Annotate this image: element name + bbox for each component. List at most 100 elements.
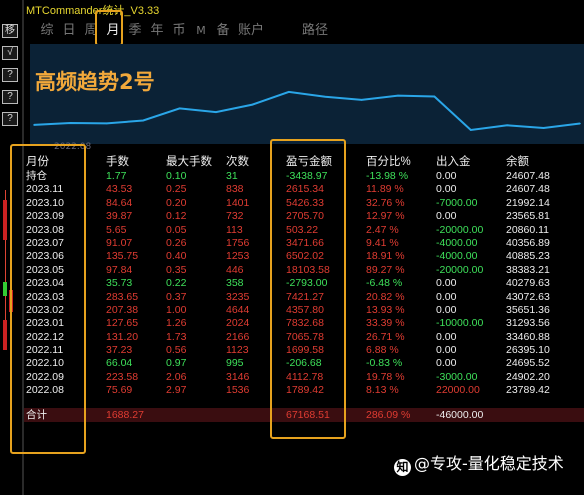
period-tabs: 综 日 周 月 季 年 币 M 备 账户 路径 [36,22,332,40]
cell-count: 1123 [226,344,249,357]
cell-pct: 9.41 % [366,236,399,249]
cell-balance: 21992.14 [506,196,550,209]
header-flow[interactable]: 出入金 [436,156,471,169]
cell-balance: 40885.23 [506,250,550,263]
equity-point [542,127,545,129]
equity-point [251,103,254,106]
cell-count: 446 [226,263,244,276]
cell-flow: 0.00 [436,277,457,290]
watermark-text: @专攻-量化稳定技术 [414,454,564,473]
header-count[interactable]: 次数 [226,156,249,169]
tab-day[interactable]: 日 [58,22,80,40]
equity-point [324,95,327,98]
cell-balance: 31293.56 [506,317,550,330]
cell-flow: 0.00 [436,357,457,370]
cell-trades: 91.07 [106,236,133,249]
tab-magic[interactable]: M [190,22,212,40]
hold-max-lots: 0.10 [166,170,187,182]
cell-flow: -20000.00 [436,223,484,236]
hold-flow: 0.00 [436,170,457,182]
cell-max-lots: 0.12 [166,210,187,223]
cell-count: 1756 [226,236,250,249]
equity-point [288,91,290,93]
cell-flow: -7000.00 [436,196,478,209]
cell-pct: 32.76 % [366,196,405,209]
cell-max-lots: 0.56 [166,344,187,357]
cell-count: 3235 [226,290,250,303]
cell-max-lots: 0.35 [166,263,187,276]
cell-trades: 207.38 [106,303,139,316]
cell-flow: -4000.00 [436,250,478,263]
zhihu-icon: 知 [394,459,411,476]
help-button-3[interactable]: ? [2,112,18,126]
cell-balance: 38383.21 [506,263,550,276]
equity-point [69,122,72,124]
equity-point [106,122,108,125]
hold-pct: -13.98 % [366,170,409,182]
tab-path[interactable]: 路径 [298,22,332,40]
cell-pct: 12.97 % [366,210,405,223]
header-max-lots[interactable]: 最大手数 [166,156,212,169]
header-balance[interactable]: 余额 [506,156,529,169]
cell-balance: 26395.10 [506,344,550,357]
highlight-box [95,10,123,46]
cell-trades: 43.53 [106,183,133,196]
equity-point [433,95,436,98]
cell-flow: 0.00 [436,183,457,196]
cell-max-lots: 0.97 [166,357,187,370]
check-button[interactable]: √ [2,46,18,60]
total-trades: 1688.27 [106,409,144,421]
cell-pct: 18.91 % [366,250,405,263]
move-button[interactable]: 移 [2,24,18,38]
tab-account[interactable]: 账户 [234,22,268,40]
cell-max-lots: 0.26 [166,236,187,249]
cell-flow: -20000.00 [436,263,484,276]
header-trades[interactable]: 手数 [106,156,129,169]
cell-balance: 35651.36 [506,303,550,316]
cell-trades: 127.65 [106,317,139,330]
cell-count: 3146 [226,370,250,383]
tab-quarter[interactable]: 季 [124,22,146,40]
cell-trades: 131.20 [106,330,139,343]
cell-balance: 20860.11 [506,223,550,236]
help-button-1[interactable]: ? [2,68,18,82]
cell-balance: 33460.88 [506,330,550,343]
header-pct[interactable]: 百分比% [366,156,411,169]
cell-pct: 33.39 % [366,317,405,330]
cell-balance: 43072.63 [506,290,550,303]
cell-max-lots: 0.40 [166,250,187,263]
candle-bar [3,282,7,296]
cell-pct: -0.83 % [366,357,403,370]
cell-count: 838 [226,183,244,196]
cell-flow: -3000.00 [436,370,478,383]
cell-pct: 8.13 % [366,384,399,397]
tab-year[interactable]: 年 [146,22,168,40]
hold-count: 31 [226,170,238,182]
cell-count: 732 [226,210,244,223]
cell-pct: 89.27 % [366,263,405,276]
cell-max-lots: 0.20 [166,196,187,209]
equity-point [178,107,181,110]
cell-flow: -10000.00 [436,317,484,330]
cell-count: 113 [226,223,243,236]
tab-notes[interactable]: 备 [212,22,234,40]
cell-pct: 2.47 % [366,223,399,236]
tab-currency[interactable]: 币 [168,22,190,40]
highlight-box [270,139,346,439]
help-button-2[interactable]: ? [2,90,18,104]
cell-balance: 40356.89 [506,236,550,249]
hold-balance: 24607.48 [506,170,550,182]
app-title: MTCommander统计_V3.33 [26,5,160,17]
tab-summary[interactable]: 综 [36,22,58,40]
highlight-box [10,144,86,454]
cell-trades: 84.64 [106,196,133,209]
equity-point [215,111,217,113]
cell-trades: 37.23 [106,344,133,357]
equity-point [506,124,509,127]
candle-bar [3,200,7,240]
cell-balance: 40279.63 [506,277,550,290]
cell-count: 2166 [226,330,250,343]
cell-pct: 19.78 % [366,370,405,383]
cell-trades: 283.65 [106,290,139,303]
cell-trades: 97.84 [106,263,133,276]
